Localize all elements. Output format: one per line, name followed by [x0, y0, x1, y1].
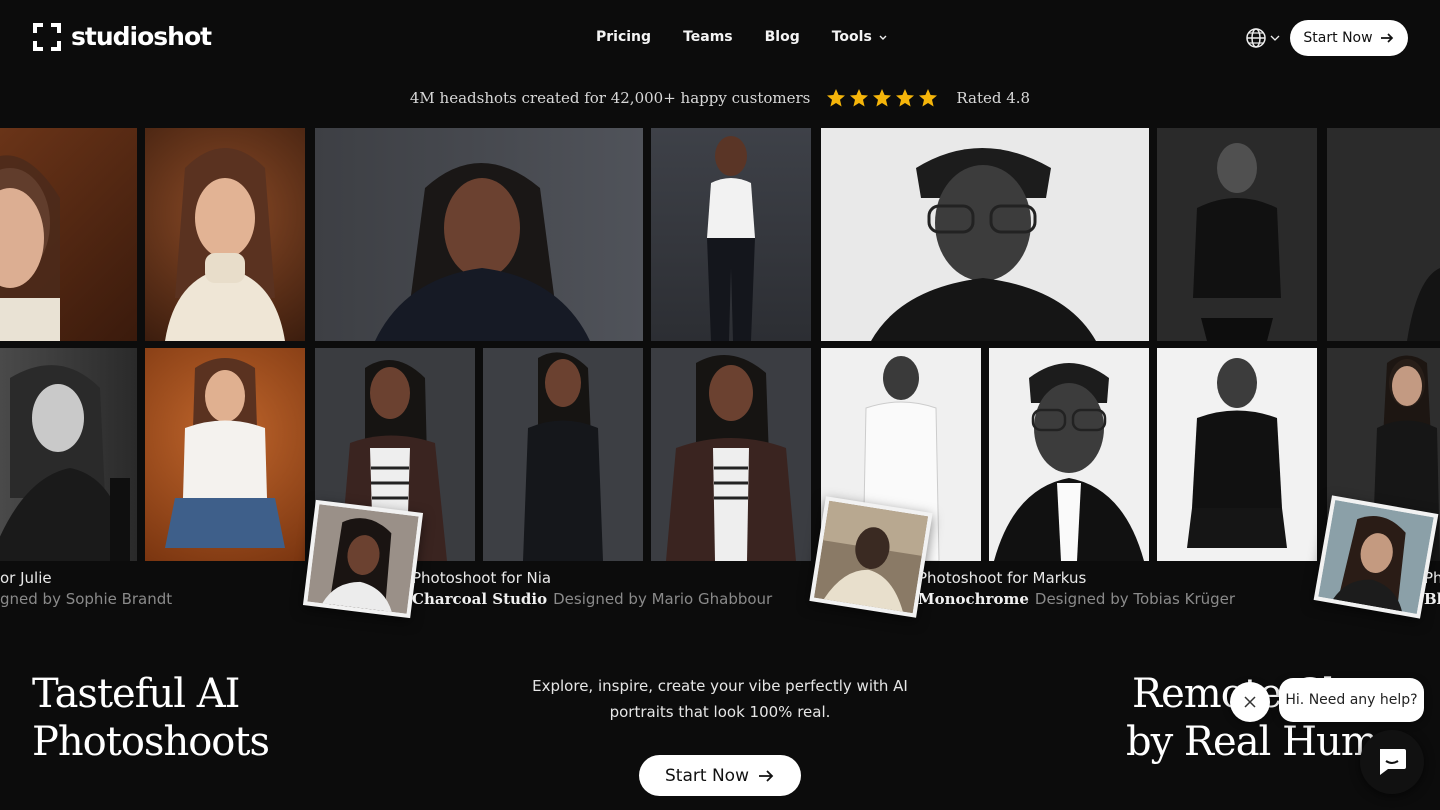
arrow-right-icon: [758, 769, 774, 782]
globe-icon: [1246, 28, 1266, 48]
chat-icon: [1380, 749, 1406, 775]
customers-text: 4M headshots created for 42,000+ happy c…: [409, 89, 811, 107]
showcase-caption: Photoshoot for Nia Charcoal Studio Design…: [412, 569, 772, 608]
showcase-title: Photoshoot for Markus: [918, 569, 1087, 587]
chat-greeting-bubble[interactable]: Hi. Need any help?: [1279, 678, 1424, 722]
top-nav: studioshot Pricing Teams Blog Tools Star…: [0, 0, 1440, 76]
portrait-photo[interactable]: [483, 348, 643, 561]
hero-start-now-button[interactable]: Start Now: [639, 755, 801, 796]
showcase-designer: Designed by Mario Ghabbour: [553, 590, 773, 608]
chevron-down-icon: [1270, 35, 1280, 41]
portrait-photo[interactable]: [0, 128, 137, 341]
chevron-down-icon: [879, 35, 887, 40]
start-now-label: Start Now: [1303, 30, 1373, 46]
portrait-photo[interactable]: [821, 128, 1149, 341]
nav-pricing[interactable]: Pricing: [596, 29, 651, 45]
nav-teams[interactable]: Teams: [683, 29, 733, 45]
portrait-photo[interactable]: [145, 128, 305, 341]
social-proof: 4M headshots created for 42,000+ happy c…: [0, 88, 1440, 108]
selfie-thumbnail[interactable]: [302, 499, 424, 619]
showcase-caption: or Julie gned by Sophie Brandt: [0, 569, 172, 608]
showcase-caption: Photoshoot for Markus Monochrome Designed…: [918, 569, 1235, 608]
showcase-title: Photoshoot for Nia: [412, 569, 552, 587]
star-icon: [873, 89, 892, 107]
hero-subtitle-line: portraits that look 100% real.: [609, 703, 831, 721]
portrait-photo[interactable]: [1157, 348, 1317, 561]
star-icon: [827, 89, 846, 107]
showcase-caption: Ph Bl: [1424, 569, 1440, 608]
chat-dismiss-button[interactable]: [1230, 682, 1270, 722]
nav-tools-label: Tools: [831, 29, 872, 45]
showcase-style: Monochrome: [918, 590, 1029, 608]
portrait-photo[interactable]: [145, 348, 305, 561]
hero-subtitle-line: Explore, inspire, create your vibe perfe…: [532, 677, 908, 695]
selfie-thumbnail[interactable]: [809, 496, 933, 618]
hero-start-now-label: Start Now: [665, 765, 749, 786]
nav-tools[interactable]: Tools: [832, 29, 888, 45]
showcase-designer: gned by Sophie Brandt: [0, 590, 173, 608]
start-now-button[interactable]: Start Now: [1290, 20, 1408, 56]
showcase-style: Bl: [1424, 590, 1440, 608]
showcase-title: or Julie: [0, 569, 52, 587]
chat-launcher-button[interactable]: [1360, 730, 1424, 794]
portrait-photo[interactable]: [989, 348, 1149, 561]
hero-title-line: Tasteful AI: [32, 671, 240, 717]
logo-icon: [33, 22, 61, 51]
hero-title-line: Photoshoots: [32, 719, 270, 765]
star-icon: [919, 89, 938, 107]
star-icon: [850, 89, 869, 107]
brand-name: studioshot: [71, 22, 212, 51]
hero-title: Tasteful AI Photoshoots: [32, 670, 270, 766]
arrow-right-icon: [1380, 33, 1393, 43]
portrait-photo[interactable]: [651, 348, 811, 561]
star-icon: [896, 89, 915, 107]
rating-text: Rated 4.8: [956, 89, 1031, 107]
showcase-designer: Designed by Tobias Krüger: [1034, 590, 1236, 608]
portrait-photo[interactable]: [1327, 128, 1440, 341]
showcase-style: Charcoal Studio: [412, 590, 548, 608]
nav-links: Pricing Teams Blog Tools: [596, 29, 888, 45]
nav-blog[interactable]: Blog: [765, 29, 800, 45]
portrait-photo[interactable]: [651, 128, 811, 341]
language-selector[interactable]: [1245, 27, 1281, 49]
close-icon: [1244, 696, 1256, 708]
hero-subtitle: Explore, inspire, create your vibe perfe…: [520, 673, 920, 725]
portrait-photo[interactable]: [1157, 128, 1317, 341]
selfie-thumbnail[interactable]: [1313, 495, 1439, 619]
brand-logo[interactable]: studioshot: [33, 22, 212, 51]
rating-stars: [826, 88, 938, 108]
showcase-title: Ph: [1424, 569, 1440, 587]
portrait-photo[interactable]: [315, 128, 643, 341]
portrait-photo[interactable]: [0, 348, 137, 561]
